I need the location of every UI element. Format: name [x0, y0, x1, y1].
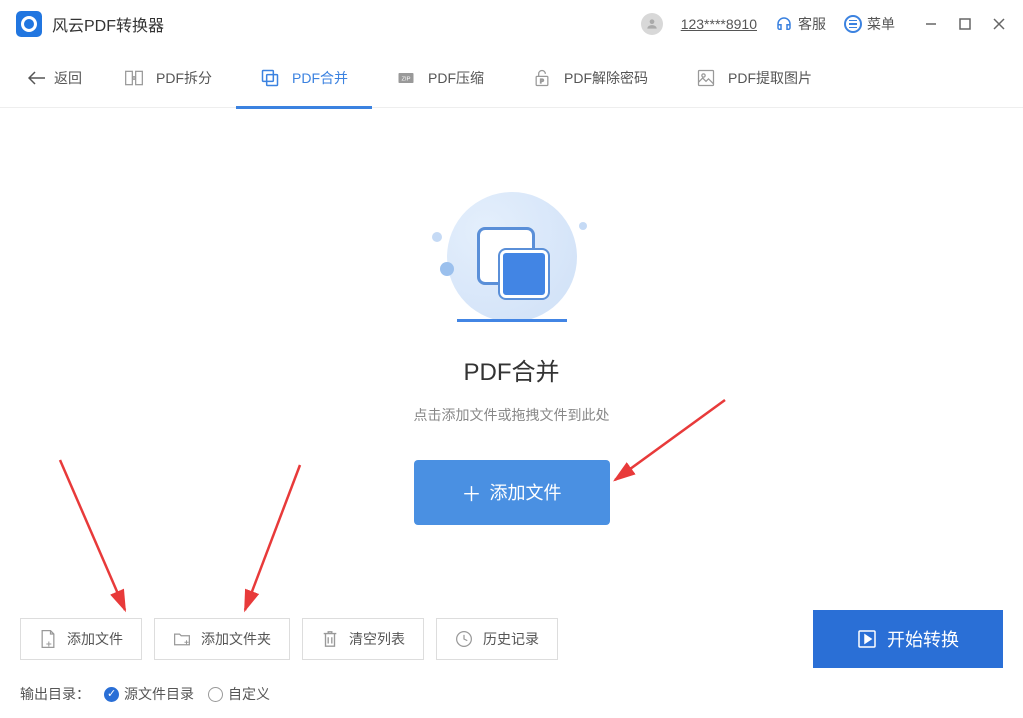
- play-icon: [857, 629, 877, 649]
- unlock-icon: P: [532, 68, 552, 88]
- start-convert-button[interactable]: 开始转换: [813, 610, 1003, 668]
- menu-button[interactable]: 菜单: [844, 14, 895, 34]
- add-file-main-button[interactable]: ＋ 添加文件: [414, 460, 610, 525]
- svg-text:ZIP: ZIP: [401, 76, 410, 82]
- maximize-button[interactable]: [957, 16, 973, 32]
- tab-pdf-merge[interactable]: PDF合并: [236, 48, 372, 108]
- support-button[interactable]: 客服: [775, 14, 826, 34]
- compress-icon: ZIP: [396, 68, 416, 88]
- close-button[interactable]: [991, 16, 1007, 32]
- clock-icon: [455, 629, 473, 649]
- hero-illustration: [422, 182, 602, 332]
- radio-unchecked-icon: [208, 687, 223, 702]
- folder-add-icon: [173, 629, 191, 649]
- image-icon: [696, 68, 716, 88]
- back-button[interactable]: 返回: [10, 68, 100, 88]
- main-drop-zone[interactable]: PDF合并 点击添加文件或拖拽文件到此处 ＋ 添加文件: [0, 108, 1023, 598]
- user-avatar-icon[interactable]: [641, 13, 663, 35]
- split-icon: [124, 68, 144, 88]
- bottom-bar: 添加文件 添加文件夹 清空列表 历史记录 开始转换 输出目录： 源文件目录 自定…: [0, 610, 1023, 704]
- clear-list-button[interactable]: 清空列表: [302, 618, 424, 660]
- radio-checked-icon: [104, 687, 119, 702]
- menu-icon: [844, 15, 862, 33]
- add-file-button[interactable]: 添加文件: [20, 618, 142, 660]
- add-folder-button[interactable]: 添加文件夹: [154, 618, 290, 660]
- svg-text:P: P: [540, 79, 544, 85]
- history-button[interactable]: 历史记录: [436, 618, 558, 660]
- file-add-icon: [39, 629, 57, 649]
- username-link[interactable]: 123****8910: [681, 16, 757, 32]
- titlebar: 风云PDF转换器 123****8910 客服 菜单: [0, 0, 1023, 48]
- radio-custom-dir[interactable]: 自定义: [208, 684, 270, 704]
- hero-title: PDF合并: [464, 352, 560, 387]
- app-logo: [16, 11, 42, 37]
- tab-pdf-split[interactable]: PDF拆分: [100, 48, 236, 108]
- tab-pdf-unlock[interactable]: P PDF解除密码: [508, 48, 672, 108]
- hero-subtitle: 点击添加文件或拖拽文件到此处: [414, 405, 610, 425]
- output-dir-label: 输出目录：: [20, 684, 90, 704]
- app-title: 风云PDF转换器: [52, 12, 164, 36]
- tab-pdf-compress[interactable]: ZIP PDF压缩: [372, 48, 508, 108]
- radio-source-dir[interactable]: 源文件目录: [104, 684, 194, 704]
- minimize-button[interactable]: [923, 16, 939, 32]
- plus-icon: ＋: [462, 478, 482, 507]
- arrow-left-icon: [28, 71, 46, 85]
- toolbar: 返回 PDF拆分 PDF合并 ZIP PDF压缩 P PDF解除密码 PDF提取…: [0, 48, 1023, 108]
- headset-icon: [775, 15, 793, 33]
- trash-icon: [321, 629, 339, 649]
- tab-pdf-extract-images[interactable]: PDF提取图片: [672, 48, 836, 108]
- merge-icon: [260, 68, 280, 88]
